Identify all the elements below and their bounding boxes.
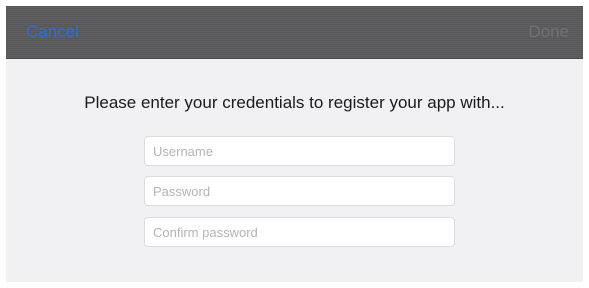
registration-prompt: Please enter your credentials to registe…: [84, 93, 505, 112]
navigation-bar: Cancel Done: [6, 6, 583, 59]
username-field[interactable]: [144, 136, 455, 166]
password-field[interactable]: [144, 176, 455, 206]
confirm-password-field[interactable]: [144, 217, 455, 247]
cancel-button[interactable]: Cancel: [26, 22, 79, 42]
done-button[interactable]: Done: [528, 22, 569, 42]
register-dialog: Cancel Done Please enter your credential…: [6, 6, 583, 282]
